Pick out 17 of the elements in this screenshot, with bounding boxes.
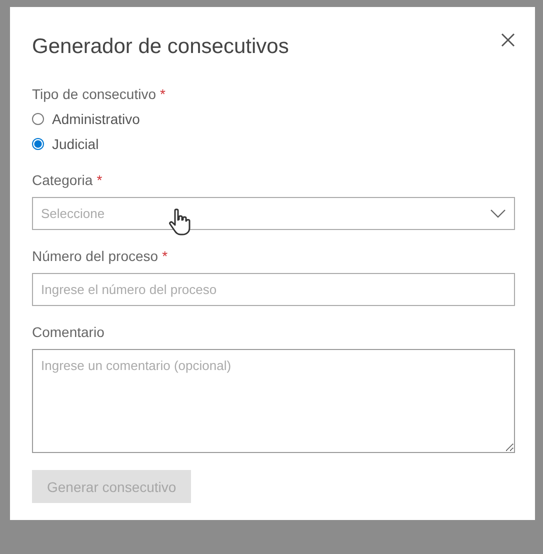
field-label: Comentario bbox=[32, 324, 104, 340]
required-mark: * bbox=[162, 248, 168, 264]
field-label: Categoria bbox=[32, 172, 93, 188]
comment-field[interactable]: Ingrese un comentario (opcional) bbox=[32, 349, 515, 453]
radio-button[interactable] bbox=[32, 113, 44, 125]
process-number-field[interactable]: Ingrese el número del proceso bbox=[32, 273, 515, 306]
field-label: Número del proceso bbox=[32, 248, 158, 264]
chevron-down-icon bbox=[490, 209, 506, 218]
hand-cursor-icon bbox=[168, 208, 192, 236]
required-mark: * bbox=[96, 172, 102, 188]
dialog-title: Generador de consecutivos bbox=[32, 35, 289, 59]
required-mark: * bbox=[160, 86, 166, 102]
radio-label[interactable]: Administrativo bbox=[52, 111, 140, 127]
close-icon[interactable] bbox=[501, 33, 515, 47]
radio-label[interactable]: Judicial bbox=[52, 136, 99, 152]
field-label: Tipo de consecutivo bbox=[32, 86, 156, 102]
radio-button[interactable] bbox=[32, 138, 44, 150]
